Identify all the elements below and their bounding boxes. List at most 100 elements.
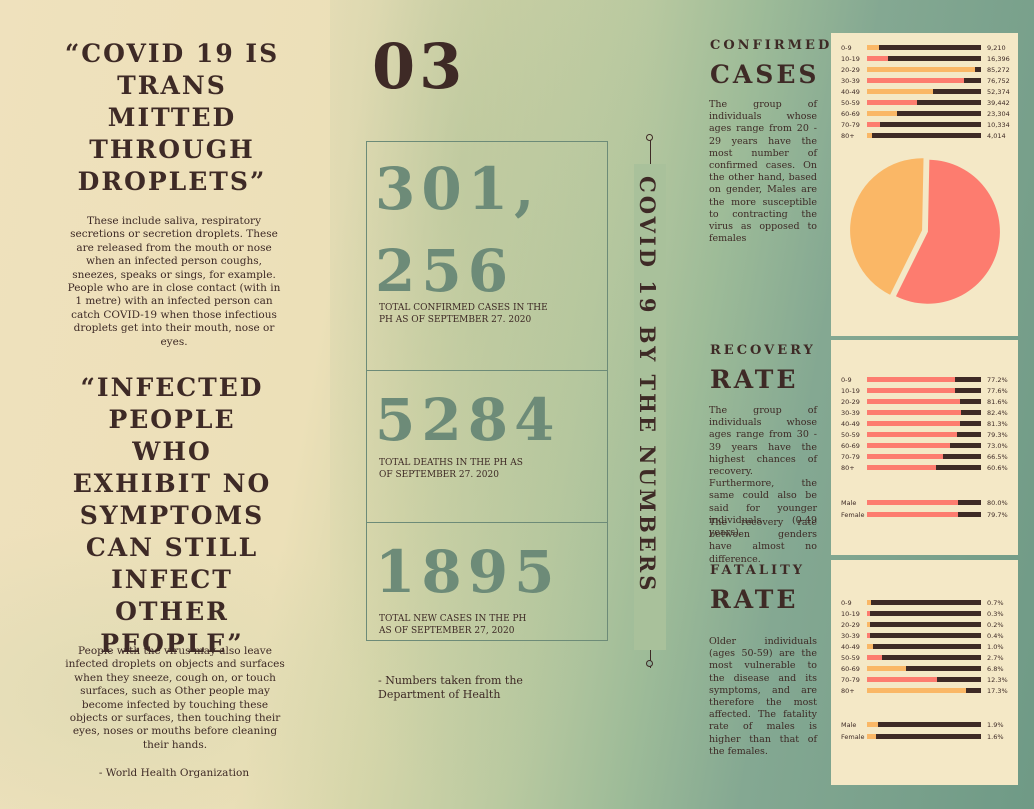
bar-category-label: 30-39 [841,77,860,85]
bar-fill [867,410,961,415]
new-cases-caption: TOTAL NEW CASES IN THE PH AS OF SEPTEMBE… [379,614,527,636]
bar-row: 10-19 16,396 [831,54,1018,64]
bar-category-label: 60-69 [841,665,860,673]
bar-row: 70-79 12.3% [831,675,1018,685]
bar-fill [867,600,871,605]
bar-value-label: 6.8% [987,665,1004,673]
fatality-title-small: FATALITY [710,563,806,578]
bar-value-label: 79.7% [987,511,1008,519]
bar-fill [867,78,965,83]
bar-value-label: 76,752 [987,77,1010,85]
bar-value-label: 85,272 [987,66,1010,74]
bar-track [867,377,981,382]
recovery-by-age-chart: 0-9 77.2% 10-19 77.6% 20-29 81.6% 30-39 82.4% 40… [831,375,1018,475]
bar-row: 80+ 17.3% [831,686,1018,696]
bar-category-label: 60-69 [841,442,860,450]
vertical-title: COVID 19 BY THE NUMBERS [638,176,660,594]
bar-row: 60-69 6.8% [831,664,1018,674]
bar-fill [867,734,877,739]
surfaces-paragraph: People with the virus may also leave inf… [65,645,285,751]
bar-track [867,122,981,127]
bar-fill [867,722,878,727]
bar-row: 20-29 0.2% [831,620,1018,630]
bar-track [867,465,981,470]
bar-value-label: 1.6% [987,733,1004,741]
confirmed-description: The group of individuals whose ages rang… [709,99,817,245]
bar-row: 60-69 73.0% [831,441,1018,451]
bar-fill [867,500,959,505]
fatality-description: Older individuals (ages 50-59) are the m… [709,636,817,757]
bar-track [867,111,981,116]
transmission-paragraph: These include saliva, respiratory secret… [67,215,281,348]
bar-row: 20-29 85,272 [831,65,1018,75]
bar-fill [867,100,917,105]
bar-category-label: 10-19 [841,610,860,618]
bar-category-label: Male [841,499,857,507]
bar-category-label: Female [841,733,865,741]
bar-value-label: 79.3% [987,431,1008,439]
bar-row: 0-9 0.7% [831,598,1018,608]
bar-value-label: 60.6% [987,464,1008,472]
bar-fill [867,443,951,448]
bar-track [867,633,981,638]
bar-category-label: 50-59 [841,654,860,662]
bar-track [867,688,981,693]
bar-category-label: 0-9 [841,599,852,607]
bar-category-label: 70-79 [841,676,860,684]
bar-category-label: 80+ [841,687,855,695]
bar-fill [867,633,870,638]
bar-row: 20-29 81.6% [831,397,1018,407]
recovery-title-big: RATE [710,365,799,394]
bar-row: 80+ 60.6% [831,463,1018,473]
data-source: - Numbers taken from the Department of H… [378,674,523,701]
recovery-panel: 0-9 77.2% 10-19 77.6% 20-29 81.6% 30-39 82.4% 40… [831,340,1018,555]
bar-fill [867,89,934,94]
page-number: 03 [372,30,467,103]
bar-value-label: 81.3% [987,420,1008,428]
bar-category-label: 20-29 [841,621,860,629]
bar-row: 70-79 66.5% [831,452,1018,462]
bar-track [867,734,981,739]
bar-fill [867,67,975,72]
bar-category-label: 70-79 [841,121,860,129]
bar-track [867,78,981,83]
bar-fill [867,677,938,682]
bar-row: Male 80.0% [831,498,1018,508]
bar-fill [867,111,897,116]
bar-track [867,67,981,72]
recovery-gender-note: The recovery rate between genders have a… [709,517,817,565]
bar-fill [867,133,873,138]
bar-category-label: 80+ [841,464,855,472]
bar-track [867,666,981,671]
confirmed-caption: TOTAL CONFIRMED CASES IN THE PH AS OF SE… [379,303,548,325]
bar-category-label: Female [841,511,865,519]
fatality-title-big: RATE [710,585,799,614]
bar-fill [867,399,961,404]
bar-value-label: 82.4% [987,409,1008,417]
bar-track [867,45,981,50]
bar-category-label: 10-19 [841,55,860,63]
quote-transmission: “COVID 19 IS TRANS MITTED THROUGH DROPLE… [64,39,280,196]
bar-row: 50-59 79.3% [831,430,1018,440]
bar-category-label: 40-49 [841,420,860,428]
bar-value-label: 0.3% [987,610,1004,618]
bar-row: 80+ 4,014 [831,131,1018,141]
bar-row: 50-59 39,442 [831,98,1018,108]
bar-value-label: 0.2% [987,621,1004,629]
bar-category-label: 70-79 [841,453,860,461]
bar-value-label: 0.4% [987,632,1004,640]
new-cases-total: 1895 [375,538,561,606]
bar-category-label: 50-59 [841,431,860,439]
bar-row: Female 79.7% [831,510,1018,520]
bar-row: 40-49 81.3% [831,419,1018,429]
bar-track [867,388,981,393]
bar-value-label: 12.3% [987,676,1008,684]
fatality-by-age-chart: 0-9 0.7% 10-19 0.3% 20-29 0.2% 30-39 0.4% 40-49 1… [831,598,1018,698]
bar-value-label: 1.9% [987,721,1004,729]
bar-category-label: Male [841,721,857,729]
bar-fill [867,655,883,660]
bar-row: 30-39 82.4% [831,408,1018,418]
bar-category-label: 10-19 [841,387,860,395]
bar-row: 10-19 77.6% [831,386,1018,396]
bar-value-label: 77.6% [987,387,1008,395]
